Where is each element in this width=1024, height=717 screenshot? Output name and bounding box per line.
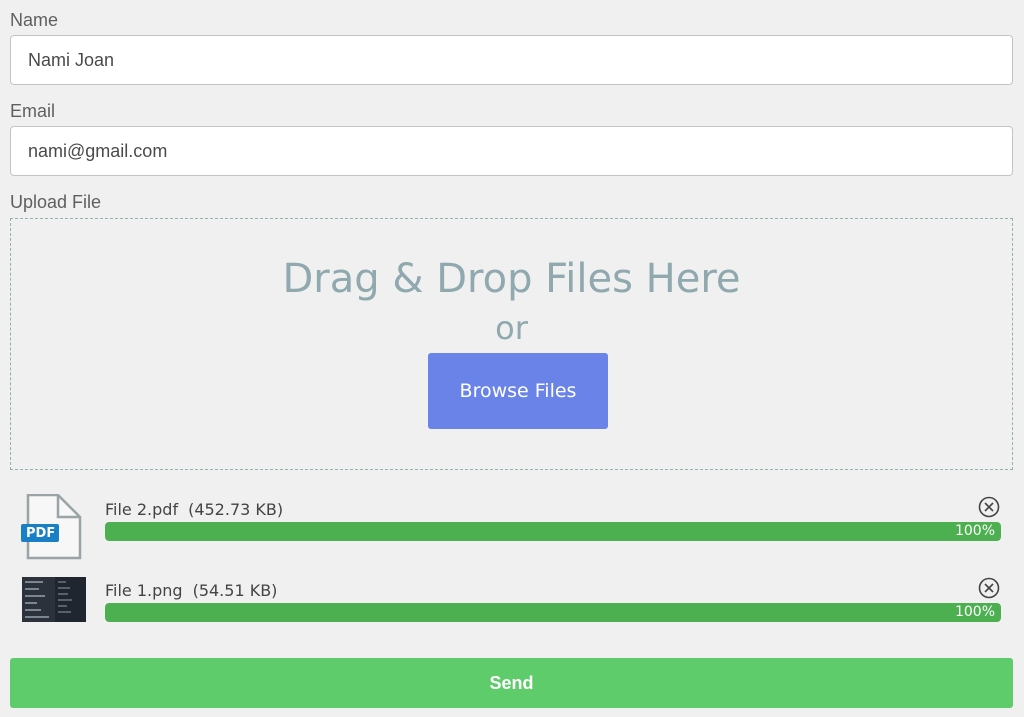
file-row: PDF File 2.pdf (452.73 KB) 100% (0, 493, 1024, 570)
progress-text: 100% (954, 604, 995, 620)
file-size: (452.73 KB) (188, 500, 284, 519)
file-name: File 1.png (54.51 KB) (105, 581, 277, 600)
file-size: (54.51 KB) (192, 581, 278, 600)
browse-files-button[interactable]: Browse Files (428, 353, 608, 429)
email-label: Email (10, 101, 56, 121)
email-input[interactable]: nami@gmail.com (10, 126, 1013, 176)
progress-text: 100% (954, 523, 995, 539)
upload-progress-bar: 100% (105, 603, 1001, 622)
file-name: File 2.pdf (452.73 KB) (105, 500, 283, 519)
progress-fill (105, 603, 1001, 622)
name-input[interactable]: Nami Joan (10, 35, 1013, 85)
name-label: Name (10, 10, 59, 30)
remove-file-button[interactable] (978, 496, 1000, 518)
upload-progress-bar: 100% (105, 522, 1001, 541)
image-thumbnail (22, 577, 86, 622)
dropzone-or-text: or (495, 309, 528, 347)
file-name-text: File 2.pdf (105, 500, 179, 519)
file-name-text: File 1.png (105, 581, 183, 600)
dropzone-title: Drag & Drop Files Here (282, 256, 741, 302)
close-circle-icon (978, 496, 1000, 518)
upload-file-label: Upload File (10, 192, 102, 212)
progress-fill (105, 522, 1001, 541)
pdf-badge-text: PDF (26, 526, 56, 541)
pdf-file-icon: PDF (20, 493, 82, 560)
file-dropzone[interactable]: Drag & Drop Files Here or Browse Files (10, 218, 1013, 470)
send-button[interactable]: Send (10, 658, 1013, 708)
file-row: File 1.png (54.51 KB) 100% (0, 577, 1024, 651)
close-circle-icon (978, 577, 1000, 599)
remove-file-button[interactable] (978, 577, 1000, 599)
